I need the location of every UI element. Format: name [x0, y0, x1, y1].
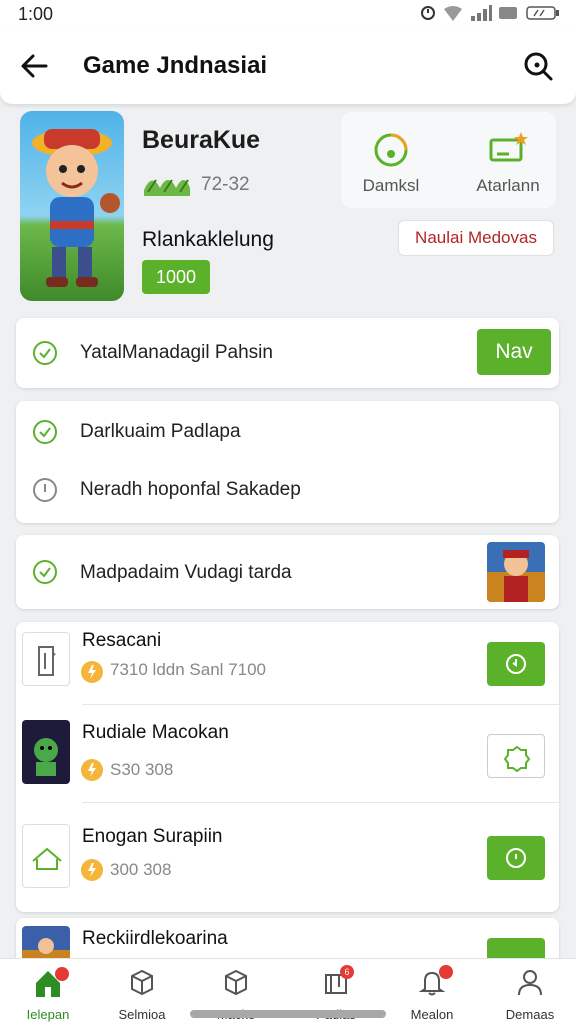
task-card-group: Darlkuaim Padlapa Neradh hoponfal Sakade…	[16, 401, 559, 523]
item-action-button[interactable]	[487, 642, 545, 686]
check-circle-icon	[33, 560, 57, 584]
list-item[interactable]: Resacani 7310 lddn Sanl 7100	[16, 622, 559, 722]
nav-item-selmioa[interactable]: Selmioa	[94, 965, 190, 1022]
item-subtitle: 300 308	[110, 860, 172, 879]
item-title: Reckiirdlekoarina	[82, 928, 228, 949]
item-action-button[interactable]	[487, 836, 545, 880]
alarm-clock-icon	[506, 654, 526, 674]
nav-label-home: Ielepan	[26, 1007, 70, 1022]
items-list: Resacani 7310 lddn Sanl 7100 Rudiale Mac…	[16, 622, 559, 912]
status-bar: 1:00	[0, 0, 576, 28]
home-indicator[interactable]	[190, 1010, 386, 1018]
nav-label-demaas: Demaas	[505, 1007, 555, 1022]
item-subtitle: S30 308	[110, 760, 174, 779]
nav-item-mealon[interactable]: Mealon	[384, 965, 480, 1022]
notification-dot	[439, 965, 453, 979]
task-label-fourth[interactable]: Madpadaim Vudagi tarda	[80, 562, 292, 584]
list-item[interactable]: Enogan Surapiin 300 308	[16, 818, 559, 918]
item-title: Resacani	[82, 630, 162, 651]
status-time: 1:00	[18, 4, 54, 24]
nav-item-home[interactable]: Ielepan	[0, 965, 96, 1022]
price-badge[interactable]: 1000	[142, 260, 210, 294]
signal-icon	[471, 5, 492, 21]
item-action-button[interactable]	[487, 734, 545, 778]
page-title: Game Jndnasiai	[83, 52, 268, 79]
item-thumbnail	[22, 824, 70, 888]
game-header: BeuraKue 72-32 Damksl Atarlann Rlankakle…	[18, 108, 558, 304]
item-thumbnail	[22, 632, 70, 686]
game-cover-image[interactable]	[20, 111, 124, 301]
task-card-first: YatalManadagil Pahsin Nav	[16, 318, 559, 388]
damksi-button[interactable]: Damksl	[351, 120, 431, 204]
search-icon[interactable]	[522, 50, 554, 82]
nav-button[interactable]: Nav	[477, 329, 551, 375]
alarm-icon	[421, 6, 435, 20]
coin-icon	[81, 661, 103, 683]
item-thumbnail	[22, 720, 70, 784]
battery-saver-icon	[499, 7, 517, 19]
task-label-third[interactable]: Neradh hoponfal Sakadep	[80, 479, 301, 501]
back-arrow-icon[interactable]	[18, 50, 50, 82]
notification-badge: 6	[340, 965, 354, 979]
game-subtitle: Rlankaklelung	[142, 228, 274, 251]
status-icons	[420, 5, 560, 21]
nav-label-selmioa: Selmioa	[118, 1007, 166, 1022]
nav-item-demaas[interactable]: Demaas	[482, 965, 576, 1022]
coin-icon	[81, 759, 103, 781]
nav-label-mealon: Mealon	[410, 1007, 454, 1022]
refresh-icon	[506, 848, 526, 868]
atarlann-label: Atarlann	[476, 176, 540, 195]
document-icon	[38, 646, 56, 676]
list-item[interactable]: Rudiale Macokan S30 308	[16, 714, 559, 814]
character-thumbnail[interactable]	[487, 542, 545, 602]
coin-icon	[81, 859, 103, 881]
wifi-icon	[444, 6, 462, 21]
divider	[82, 802, 559, 803]
task-card-fourth: Madpadaim Vudagi tarda	[16, 535, 559, 609]
item-title: Rudiale Macokan	[82, 722, 229, 743]
battery-icon	[526, 6, 559, 20]
home-outline-icon	[32, 847, 62, 870]
status-badge[interactable]: Naulai Medovas	[398, 220, 554, 256]
item-title: Enogan Surapiin	[82, 826, 223, 847]
rating-value: 72-32	[201, 174, 250, 195]
profile-icon	[518, 970, 542, 996]
atarlann-button[interactable]: Atarlann	[461, 120, 555, 204]
rating-leaves-icon	[144, 179, 190, 196]
check-circle-icon	[33, 420, 57, 444]
check-circle-icon	[33, 341, 57, 365]
badge-icon	[503, 745, 531, 773]
notification-dot	[55, 967, 69, 981]
chat-star-icon	[489, 132, 528, 162]
divider	[82, 704, 559, 705]
header-actions: Damksl Atarlann	[341, 112, 556, 208]
timer-icon	[374, 133, 408, 167]
task-label-second[interactable]: Darlkuaim Padlapa	[80, 421, 241, 443]
info-circle-icon	[33, 478, 57, 502]
damksi-label: Damksl	[362, 176, 420, 195]
task-label-first: YatalManadagil Pahsin	[80, 342, 273, 363]
app-bar: Game Jndnasiai	[0, 28, 576, 104]
item-subtitle: 7310 lddn Sanl 7100	[110, 660, 266, 679]
game-name: BeuraKue	[142, 126, 261, 154]
box-icon	[131, 969, 153, 996]
cube-icon	[225, 969, 247, 996]
